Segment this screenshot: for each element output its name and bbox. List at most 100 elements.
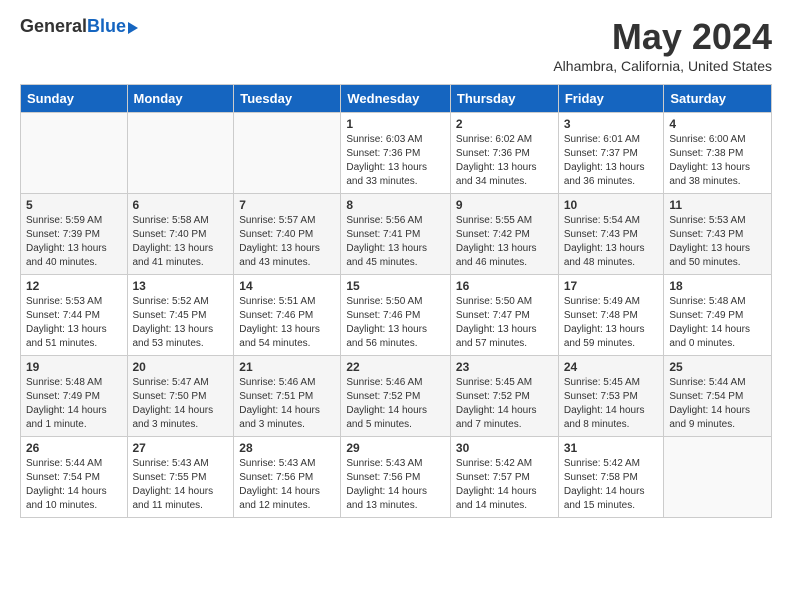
day-number: 24	[564, 360, 659, 374]
calendar-cell: 7 Sunrise: 5:57 AM Sunset: 7:40 PM Daylig…	[234, 194, 341, 275]
day-info: Sunrise: 5:55 AM Sunset: 7:42 PM Dayligh…	[456, 214, 553, 270]
day-info: Sunrise: 5:42 AM Sunset: 7:58 PM Dayligh…	[564, 457, 659, 513]
day-info: Sunrise: 5:51 AM Sunset: 7:46 PM Dayligh…	[239, 295, 335, 351]
calendar-cell: 13 Sunrise: 5:52 AM Sunset: 7:45 PM Dayli…	[127, 275, 234, 356]
day-info: Sunrise: 5:43 AM Sunset: 7:55 PM Dayligh…	[133, 457, 229, 513]
day-number: 25	[669, 360, 766, 374]
day-info: Sunrise: 5:57 AM Sunset: 7:40 PM Dayligh…	[239, 214, 335, 270]
calendar-cell: 10 Sunrise: 5:54 AM Sunset: 7:43 PM Dayli…	[558, 194, 664, 275]
day-number: 5	[26, 198, 122, 212]
calendar-cell	[127, 113, 234, 194]
day-info: Sunrise: 6:03 AM Sunset: 7:36 PM Dayligh…	[346, 133, 445, 189]
day-number: 7	[239, 198, 335, 212]
calendar-cell	[664, 437, 772, 518]
calendar-week-row: 19 Sunrise: 5:48 AM Sunset: 7:49 PM Dayli…	[21, 356, 772, 437]
day-number: 14	[239, 279, 335, 293]
day-number: 23	[456, 360, 553, 374]
day-info: Sunrise: 6:00 AM Sunset: 7:38 PM Dayligh…	[669, 133, 766, 189]
calendar-cell: 21Sunrise: 5:46 AM Sunset: 7:51 PM Dayli…	[234, 356, 341, 437]
day-info: Sunrise: 5:43 AM Sunset: 7:56 PM Dayligh…	[239, 457, 335, 513]
calendar-cell: 29 Sunrise: 5:43 AM Sunset: 7:56 PM Dayli…	[341, 437, 451, 518]
day-number: 3	[564, 117, 659, 131]
day-info: Sunrise: 6:01 AM Sunset: 7:37 PM Dayligh…	[564, 133, 659, 189]
day-number: 8	[346, 198, 445, 212]
calendar-cell: 15 Sunrise: 5:50 AM Sunset: 7:46 PM Dayli…	[341, 275, 451, 356]
calendar-cell: 18Sunrise: 5:48 AM Sunset: 7:49 PM Dayli…	[664, 275, 772, 356]
calendar-cell: 8 Sunrise: 5:56 AM Sunset: 7:41 PM Daylig…	[341, 194, 451, 275]
day-number: 26	[26, 441, 122, 455]
day-info: Sunrise: 5:42 AM Sunset: 7:57 PM Dayligh…	[456, 457, 553, 513]
day-info: Sunrise: 5:52 AM Sunset: 7:45 PM Dayligh…	[133, 295, 229, 351]
calendar-cell: 26 Sunrise: 5:44 AM Sunset: 7:54 PM Dayli…	[21, 437, 128, 518]
calendar-cell: 1 Sunrise: 6:03 AM Sunset: 7:36 PM Daylig…	[341, 113, 451, 194]
day-info: Sunrise: 5:53 AM Sunset: 7:44 PM Dayligh…	[26, 295, 122, 351]
day-number: 2	[456, 117, 553, 131]
calendar-header: SundayMondayTuesdayWednesdayThursdayFrid…	[21, 85, 772, 113]
day-number: 16	[456, 279, 553, 293]
calendar-week-row: 1 Sunrise: 6:03 AM Sunset: 7:36 PM Daylig…	[21, 113, 772, 194]
calendar-week-row: 5Sunrise: 5:59 AM Sunset: 7:39 PM Daylig…	[21, 194, 772, 275]
day-info: Sunrise: 5:45 AM Sunset: 7:52 PM Dayligh…	[456, 376, 553, 432]
calendar-cell: 23 Sunrise: 5:45 AM Sunset: 7:52 PM Dayli…	[450, 356, 558, 437]
day-number: 15	[346, 279, 445, 293]
day-info: Sunrise: 5:56 AM Sunset: 7:41 PM Dayligh…	[346, 214, 445, 270]
calendar-cell: 22 Sunrise: 5:46 AM Sunset: 7:52 PM Dayli…	[341, 356, 451, 437]
day-number: 13	[133, 279, 229, 293]
calendar-cell: 20Sunrise: 5:47 AM Sunset: 7:50 PM Dayli…	[127, 356, 234, 437]
day-number: 11	[669, 198, 766, 212]
day-info: Sunrise: 5:48 AM Sunset: 7:49 PM Dayligh…	[26, 376, 122, 432]
calendar-cell: 9Sunrise: 5:55 AM Sunset: 7:42 PM Daylig…	[450, 194, 558, 275]
day-info: Sunrise: 5:50 AM Sunset: 7:47 PM Dayligh…	[456, 295, 553, 351]
calendar-cell: 24Sunrise: 5:45 AM Sunset: 7:53 PM Dayli…	[558, 356, 664, 437]
day-info: Sunrise: 5:54 AM Sunset: 7:43 PM Dayligh…	[564, 214, 659, 270]
day-of-week-header: Wednesday	[341, 85, 451, 113]
day-number: 31	[564, 441, 659, 455]
logo-arrow-icon	[128, 22, 138, 34]
logo-blue-text: Blue	[87, 16, 126, 37]
day-info: Sunrise: 5:49 AM Sunset: 7:48 PM Dayligh…	[564, 295, 659, 351]
calendar-cell: 5Sunrise: 5:59 AM Sunset: 7:39 PM Daylig…	[21, 194, 128, 275]
day-info: Sunrise: 5:44 AM Sunset: 7:54 PM Dayligh…	[26, 457, 122, 513]
calendar-cell	[234, 113, 341, 194]
day-of-week-header: Friday	[558, 85, 664, 113]
day-of-week-header: Saturday	[664, 85, 772, 113]
day-number: 27	[133, 441, 229, 455]
header: General Blue May 2024 Alhambra, Californ…	[20, 16, 772, 74]
calendar-cell: 11 Sunrise: 5:53 AM Sunset: 7:43 PM Dayli…	[664, 194, 772, 275]
day-number: 17	[564, 279, 659, 293]
day-number: 4	[669, 117, 766, 131]
day-number: 22	[346, 360, 445, 374]
calendar-cell: 4 Sunrise: 6:00 AM Sunset: 7:38 PM Daylig…	[664, 113, 772, 194]
calendar-cell: 3 Sunrise: 6:01 AM Sunset: 7:37 PM Daylig…	[558, 113, 664, 194]
calendar-cell: 2 Sunrise: 6:02 AM Sunset: 7:36 PM Daylig…	[450, 113, 558, 194]
day-of-week-header: Thursday	[450, 85, 558, 113]
day-number: 29	[346, 441, 445, 455]
day-number: 20	[133, 360, 229, 374]
calendar-body: 1 Sunrise: 6:03 AM Sunset: 7:36 PM Daylig…	[21, 113, 772, 518]
day-number: 30	[456, 441, 553, 455]
day-info: Sunrise: 5:58 AM Sunset: 7:40 PM Dayligh…	[133, 214, 229, 270]
day-number: 6	[133, 198, 229, 212]
day-of-week-header: Monday	[127, 85, 234, 113]
day-number: 1	[346, 117, 445, 131]
calendar-cell: 30 Sunrise: 5:42 AM Sunset: 7:57 PM Dayli…	[450, 437, 558, 518]
day-info: Sunrise: 5:44 AM Sunset: 7:54 PM Dayligh…	[669, 376, 766, 432]
day-info: Sunrise: 5:48 AM Sunset: 7:49 PM Dayligh…	[669, 295, 766, 351]
calendar-cell: 6 Sunrise: 5:58 AM Sunset: 7:40 PM Daylig…	[127, 194, 234, 275]
day-number: 10	[564, 198, 659, 212]
title-area: May 2024 Alhambra, California, United St…	[553, 16, 772, 74]
day-info: Sunrise: 5:46 AM Sunset: 7:52 PM Dayligh…	[346, 376, 445, 432]
calendar-cell: 16 Sunrise: 5:50 AM Sunset: 7:47 PM Dayli…	[450, 275, 558, 356]
day-info: Sunrise: 5:53 AM Sunset: 7:43 PM Dayligh…	[669, 214, 766, 270]
calendar-cell: 14 Sunrise: 5:51 AM Sunset: 7:46 PM Dayli…	[234, 275, 341, 356]
calendar-cell: 31 Sunrise: 5:42 AM Sunset: 7:58 PM Dayli…	[558, 437, 664, 518]
day-info: Sunrise: 5:50 AM Sunset: 7:46 PM Dayligh…	[346, 295, 445, 351]
calendar-cell: 25 Sunrise: 5:44 AM Sunset: 7:54 PM Dayli…	[664, 356, 772, 437]
calendar-table: SundayMondayTuesdayWednesdayThursdayFrid…	[20, 84, 772, 518]
day-number: 19	[26, 360, 122, 374]
day-info: Sunrise: 5:43 AM Sunset: 7:56 PM Dayligh…	[346, 457, 445, 513]
day-info: Sunrise: 6:02 AM Sunset: 7:36 PM Dayligh…	[456, 133, 553, 189]
calendar-week-row: 26 Sunrise: 5:44 AM Sunset: 7:54 PM Dayli…	[21, 437, 772, 518]
calendar-week-row: 12Sunrise: 5:53 AM Sunset: 7:44 PM Dayli…	[21, 275, 772, 356]
calendar-cell: 27 Sunrise: 5:43 AM Sunset: 7:55 PM Dayli…	[127, 437, 234, 518]
